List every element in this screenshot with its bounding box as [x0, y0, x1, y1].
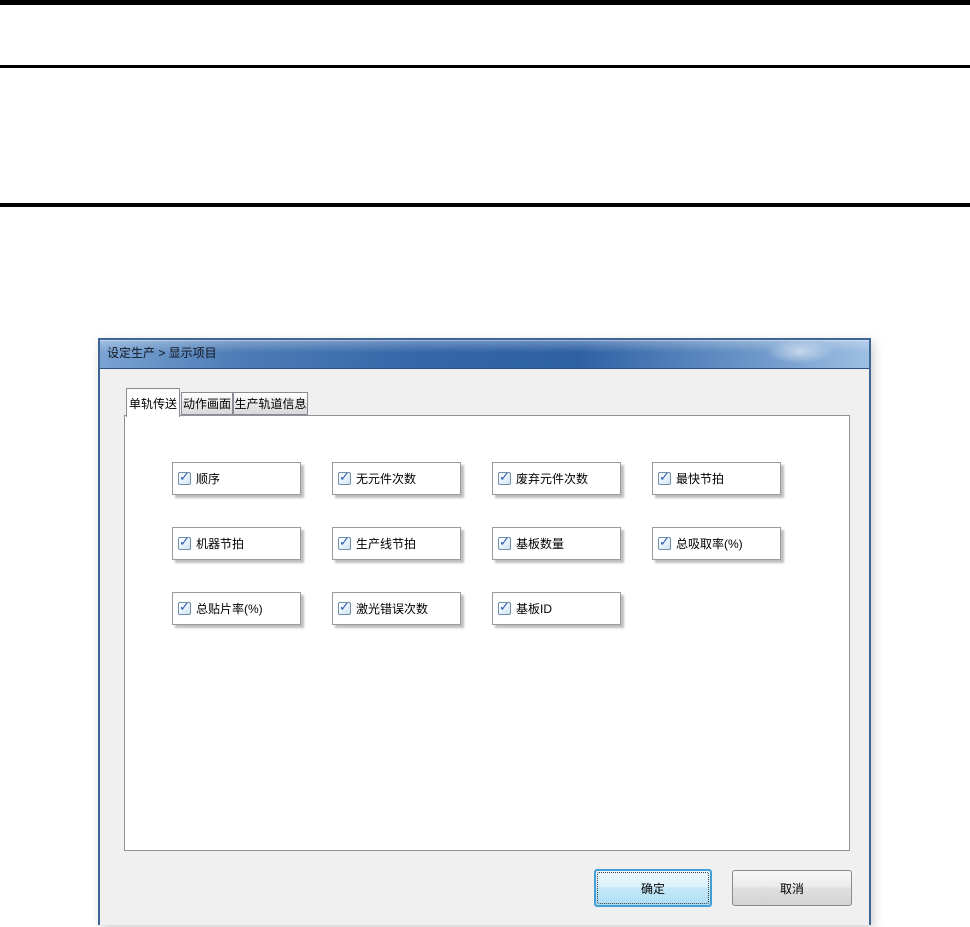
- checkbox-checked-icon[interactable]: ✓: [498, 600, 511, 615]
- checkbox-checked-icon[interactable]: ✓: [178, 470, 191, 485]
- display-item-label: 废弃元件次数: [516, 472, 589, 486]
- horizontal-rule-section: [0, 203, 970, 207]
- display-item-board-id[interactable]: ✓ 基板ID: [492, 592, 621, 625]
- display-item-total-pickup-rate[interactable]: ✓ 总吸取率(%): [652, 527, 781, 560]
- display-item-machine-takt[interactable]: ✓ 机器节拍: [172, 527, 301, 560]
- display-item-board-count[interactable]: ✓ 基板数量: [492, 527, 621, 560]
- checkbox-checked-icon[interactable]: ✓: [338, 600, 351, 615]
- display-item-fastest-takt[interactable]: ✓ 最快节拍: [652, 462, 781, 495]
- checkbox-checked-icon[interactable]: ✓: [178, 600, 191, 615]
- display-item-label: 生产线节拍: [356, 537, 417, 551]
- cancel-button[interactable]: 取消: [732, 870, 852, 906]
- display-item-total-placement-rate[interactable]: ✓ 总贴片率(%): [172, 592, 301, 625]
- horizontal-rule-header: [0, 65, 970, 68]
- tab-label: 动作画面: [182, 397, 231, 411]
- tab-single-rail-transfer[interactable]: 单轨传送: [126, 388, 180, 417]
- display-item-label: 基板数量: [516, 537, 565, 551]
- tab-action-screen[interactable]: 动作画面: [181, 392, 233, 415]
- checkbox-checked-icon[interactable]: ✓: [498, 470, 511, 485]
- display-item-label: 最快节拍: [676, 472, 725, 486]
- checkbox-checked-icon[interactable]: ✓: [658, 470, 671, 485]
- checkbox-checked-icon[interactable]: ✓: [338, 535, 351, 550]
- display-items-dialog: 设定生产 > 显示项目 单轨传送 动作画面 生产轨道信息 ✓ 顺序 ✓ 无元件次…: [98, 338, 871, 925]
- dialog-titlebar[interactable]: 设定生产 > 显示项目: [100, 340, 869, 369]
- display-item-label: 总吸取率(%): [676, 537, 743, 551]
- checkbox-checked-icon[interactable]: ✓: [498, 535, 511, 550]
- ok-button[interactable]: 确定: [594, 869, 712, 907]
- display-item-label: 机器节拍: [196, 537, 245, 551]
- display-item-no-component-count[interactable]: ✓ 无元件次数: [332, 462, 461, 495]
- display-item-laser-error-count[interactable]: ✓ 激光错误次数: [332, 592, 461, 625]
- checkbox-checked-icon[interactable]: ✓: [338, 470, 351, 485]
- display-item-sequence[interactable]: ✓ 顺序: [172, 462, 301, 495]
- tab-label: 单轨传送: [128, 396, 177, 411]
- display-item-label: 总贴片率(%): [196, 602, 263, 616]
- tab-production-track-info[interactable]: 生产轨道信息: [233, 392, 308, 415]
- display-item-label: 激光错误次数: [356, 602, 429, 616]
- dialog-client-area: 单轨传送 动作画面 生产轨道信息 ✓ 顺序 ✓ 无元件次数 ✓ 废弃元件次数 ✓…: [100, 369, 869, 925]
- display-item-discard-component-count[interactable]: ✓ 废弃元件次数: [492, 462, 621, 495]
- display-item-label: 基板ID: [516, 602, 553, 616]
- document-page: 设定生产 > 显示项目 单轨传送 动作画面 生产轨道信息 ✓ 顺序 ✓ 无元件次…: [0, 0, 970, 927]
- display-item-label: 顺序: [196, 472, 221, 486]
- checkbox-checked-icon[interactable]: ✓: [658, 535, 671, 550]
- dialog-title: 设定生产 > 显示项目: [107, 346, 217, 360]
- checkbox-checked-icon[interactable]: ✓: [178, 535, 191, 550]
- tab-label: 生产轨道信息: [234, 397, 307, 411]
- horizontal-rule-top: [0, 0, 970, 5]
- display-item-label: 无元件次数: [356, 472, 417, 486]
- display-item-line-takt[interactable]: ✓ 生产线节拍: [332, 527, 461, 560]
